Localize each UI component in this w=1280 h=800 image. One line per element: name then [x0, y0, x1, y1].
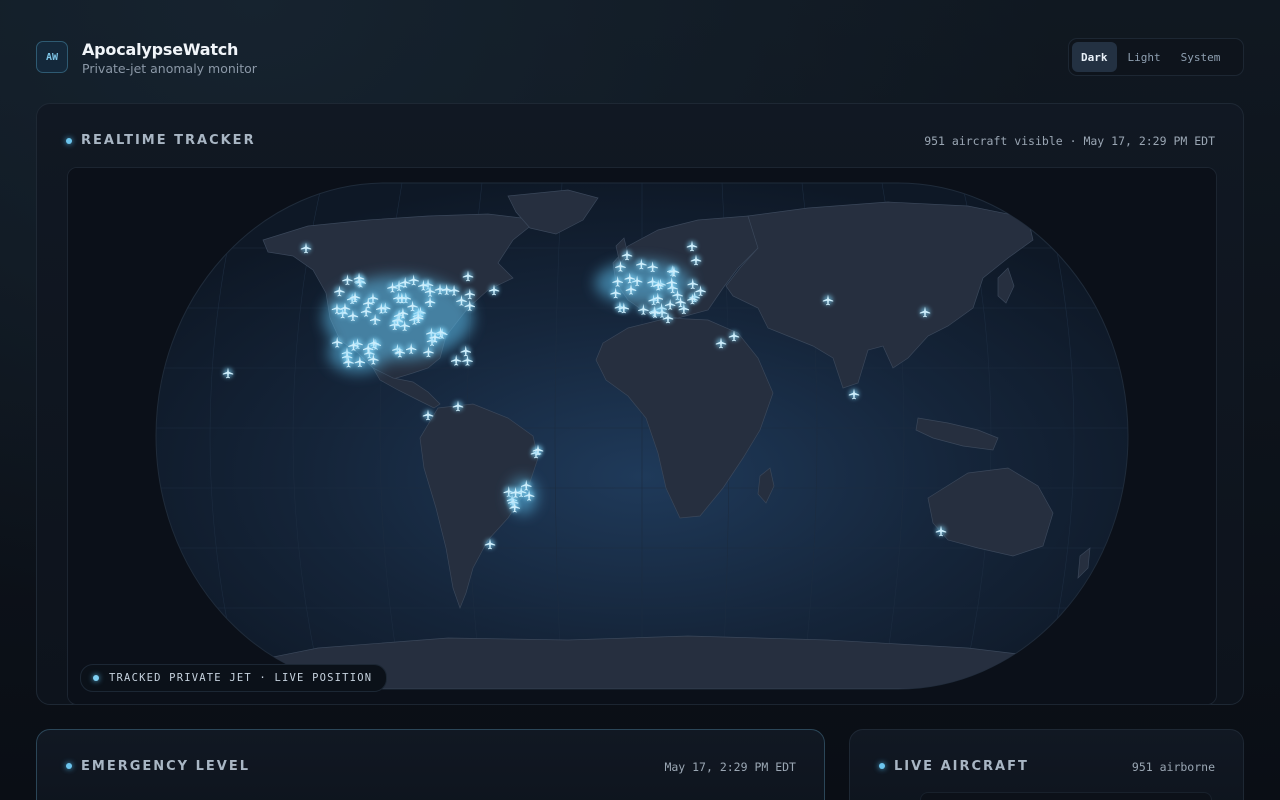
world-map-svg [68, 168, 1216, 704]
aircraft-dot-icon [93, 675, 99, 681]
emergency-meta: May 17, 2:29 PM EDT [664, 760, 796, 774]
realtime-tracker-panel: REALTIME TRACKER 951 aircraft visible · … [36, 103, 1244, 705]
app-title: ApocalypseWatch [82, 40, 239, 59]
world-map[interactable]: TRACKED PRIVATE JET · LIVE POSITION [67, 167, 1217, 705]
live-dot-icon [879, 763, 885, 769]
legend-label: TRACKED PRIVATE JET · LIVE POSITION [109, 672, 373, 684]
live-aircraft-panel: LIVE AIRCRAFT 951 airborne [849, 729, 1244, 800]
live-title: LIVE AIRCRAFT [894, 759, 1029, 774]
emergency-level-panel: EMERGENCY LEVEL May 17, 2:29 PM EDT [36, 729, 825, 800]
aircraft-list[interactable] [920, 792, 1212, 800]
app-header: AW ApocalypseWatch Private-jet anomaly m… [36, 38, 1244, 80]
theme-toggle: Dark Light System [1068, 38, 1244, 76]
app-subtitle: Private-jet anomaly monitor [82, 61, 257, 76]
live-dot-icon [66, 138, 72, 144]
tracker-meta: 951 aircraft visible · May 17, 2:29 PM E… [924, 134, 1215, 148]
emergency-title: EMERGENCY LEVEL [81, 759, 251, 774]
live-meta: 951 airborne [1131, 760, 1215, 774]
app-logo: AW [36, 41, 68, 73]
theme-system-button[interactable]: System [1172, 42, 1230, 72]
map-legend: TRACKED PRIVATE JET · LIVE POSITION [80, 664, 388, 692]
tracker-title: REALTIME TRACKER [81, 133, 256, 148]
theme-light-button[interactable]: Light [1119, 42, 1170, 72]
theme-dark-button[interactable]: Dark [1072, 42, 1117, 72]
live-dot-icon [66, 763, 72, 769]
